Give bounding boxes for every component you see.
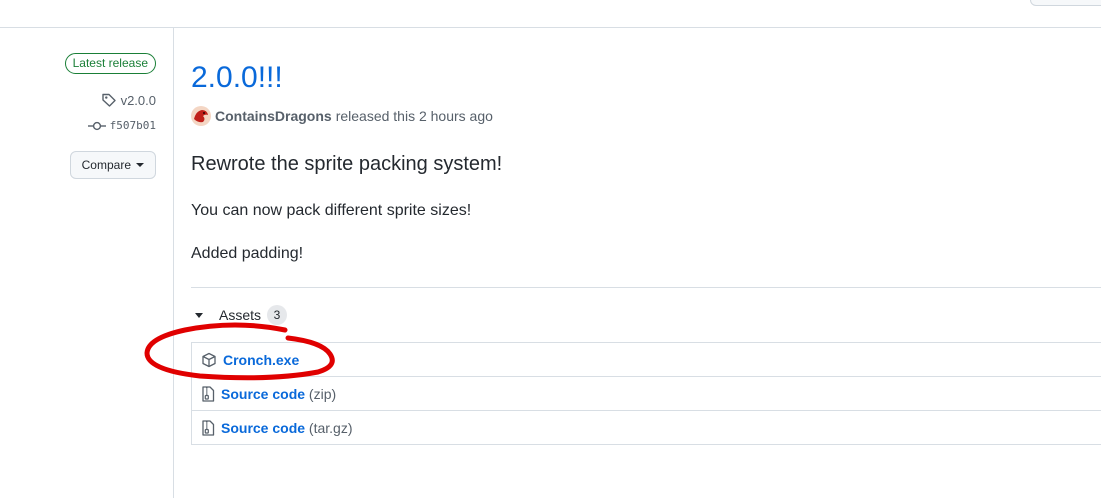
- compare-button[interactable]: Compare: [69, 151, 156, 179]
- asset-download-link[interactable]: Source code (tar.gz): [221, 420, 353, 436]
- release-sidebar: Latest release v2.0.0 f507b01 Compare: [0, 28, 174, 498]
- assets-list: Cronch.exe Source code (zip) Source code…: [191, 342, 1101, 445]
- commit-sha: f507b01: [109, 119, 156, 132]
- latest-release-badge: Latest release: [64, 53, 156, 74]
- release-title[interactable]: 2.0.0!!!: [191, 61, 283, 95]
- asset-download-link[interactable]: Source code (zip): [221, 386, 336, 402]
- release-byline: ContainsDragons released this 2 hours ag…: [191, 106, 493, 126]
- git-commit-icon: [87, 121, 106, 130]
- asset-row: Cronch.exe: [191, 343, 1101, 377]
- author-name[interactable]: ContainsDragons: [215, 108, 332, 124]
- notes-paragraph: You can now pack different sprite sizes!: [191, 202, 472, 219]
- asset-row: Source code (tar.gz): [191, 411, 1101, 445]
- triangle-down-icon: [195, 312, 203, 318]
- notes-heading: Rewrote the sprite packing system!: [191, 153, 503, 175]
- asset-download-link[interactable]: Cronch.exe: [223, 352, 299, 368]
- asset-format: (tar.gz): [308, 419, 353, 436]
- release-body: 2.0.0!!! ContainsDragons released this 2…: [191, 28, 1101, 498]
- assets-toggle[interactable]: Assets 3: [195, 305, 288, 325]
- notes-paragraph: Added padding!: [191, 245, 304, 262]
- file-zip-icon: [202, 385, 215, 402]
- author-avatar[interactable]: [191, 106, 211, 126]
- tag-name: v2.0.0: [120, 92, 156, 108]
- tag-icon: [101, 93, 116, 107]
- divider: [191, 287, 1101, 288]
- compare-label: Compare: [81, 158, 131, 172]
- release-time-text: released this 2 hours ago: [335, 108, 493, 124]
- asset-row: Source code (zip): [191, 377, 1101, 411]
- asset-name: Source code: [221, 419, 306, 436]
- asset-format: (zip): [308, 385, 337, 402]
- chevron-down-icon: [136, 163, 144, 167]
- assets-label: Assets: [219, 307, 262, 323]
- asset-name: Source code: [221, 385, 306, 402]
- assets-count-badge: 3: [267, 305, 288, 325]
- file-zip-icon: [202, 419, 215, 436]
- release-page: Latest release v2.0.0 f507b01 Compare 2.…: [0, 0, 1101, 498]
- tag-link[interactable]: v2.0.0: [101, 92, 156, 108]
- header-button-partial[interactable]: [1030, 0, 1101, 6]
- package-icon: [202, 352, 216, 367]
- commit-link[interactable]: f507b01: [87, 119, 156, 132]
- top-header-strip: [0, 0, 1101, 28]
